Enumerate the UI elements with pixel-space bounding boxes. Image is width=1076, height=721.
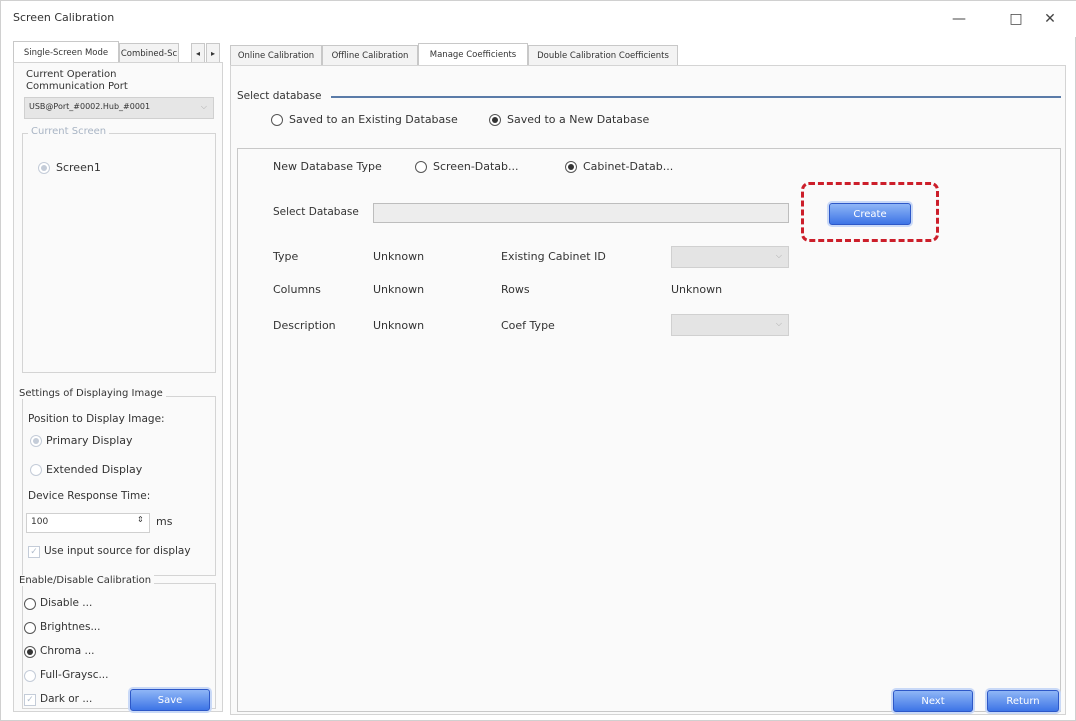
window-title: Screen Calibration xyxy=(13,11,115,24)
new-db-label[interactable]: Saved to a New Database xyxy=(507,113,649,126)
existing-db-radio[interactable] xyxy=(271,114,283,126)
full-grayscale-radio[interactable] xyxy=(24,670,36,682)
port-value: USB@Port_#0002.Hub_#0001 xyxy=(29,102,151,111)
communication-port-select[interactable]: USB@Port_#0002.Hub_#0001 ⌵ xyxy=(24,97,214,119)
cabinet-database-label[interactable]: Cabinet-Datab... xyxy=(583,160,673,173)
tab-manage-coefficients[interactable]: Manage Coefficients xyxy=(418,43,528,65)
manage-coefficients-panel: Select database Saved to an Existing Dat… xyxy=(230,65,1066,715)
next-button[interactable]: Next xyxy=(893,690,973,712)
chroma-label[interactable]: Chroma ... xyxy=(40,645,95,657)
existing-cabinet-id-select[interactable]: ⌵ xyxy=(671,246,789,268)
coef-type-select[interactable]: ⌵ xyxy=(671,314,789,336)
screen-database-radio[interactable] xyxy=(415,161,427,173)
use-input-source-checkbox[interactable]: ✓ xyxy=(28,546,40,558)
brightness-label[interactable]: Brightnes... xyxy=(40,621,100,633)
screen1-label[interactable]: Screen1 xyxy=(56,161,101,174)
enable-disable-title: Enable/Disable Calibration xyxy=(16,575,155,586)
chevron-down-icon: ⌵ xyxy=(775,251,782,260)
tab-scroll-right-icon[interactable]: ▸ xyxy=(206,43,220,63)
chevron-down-icon: ⌵ xyxy=(775,319,782,328)
response-time-label: Device Response Time: xyxy=(28,490,151,502)
position-label: Position to Display Image: xyxy=(28,413,165,425)
coef-type-label: Coef Type xyxy=(501,319,555,332)
op-port-label-2: Communication Port xyxy=(26,81,128,92)
extended-display-label[interactable]: Extended Display xyxy=(46,463,142,476)
screen-database-label[interactable]: Screen-Datab... xyxy=(433,160,519,173)
settings-title: Settings of Displaying Image xyxy=(16,388,166,399)
create-button[interactable]: Create xyxy=(829,203,911,225)
primary-display-radio[interactable] xyxy=(30,435,42,447)
description-value: Unknown xyxy=(373,319,425,332)
screen1-radio[interactable] xyxy=(38,162,50,174)
tab-online-calibration[interactable]: Online Calibration xyxy=(230,45,322,65)
new-db-radio[interactable] xyxy=(489,114,501,126)
close-icon[interactable]: ✕ xyxy=(1030,5,1070,33)
tab-combined-screen[interactable]: Combined-Sc xyxy=(119,43,179,63)
existing-db-label[interactable]: Saved to an Existing Database xyxy=(289,113,458,126)
description-label: Description xyxy=(273,319,336,332)
save-button[interactable]: Save xyxy=(130,689,210,711)
title-bar: Screen Calibration — □ ✕ xyxy=(1,1,1076,37)
tab-scroll-left-icon[interactable]: ◂ xyxy=(191,43,205,63)
type-label: Type xyxy=(273,250,299,263)
cabinet-database-radio[interactable] xyxy=(565,161,577,173)
minimize-icon[interactable]: — xyxy=(939,5,979,33)
stepper-arrows-icon[interactable]: ⇕ xyxy=(137,515,144,524)
disable-radio[interactable] xyxy=(24,598,36,610)
dark-or-checkbox[interactable]: ✓ xyxy=(24,694,36,706)
columns-value: Unknown xyxy=(373,283,425,296)
tab-offline-calibration[interactable]: Offline Calibration xyxy=(322,45,418,65)
select-database-label: Select Database xyxy=(273,206,359,218)
current-screen-label: Current Screen xyxy=(28,126,110,137)
op-port-label-1: Current Operation xyxy=(26,69,117,80)
dark-or-label[interactable]: Dark or ... xyxy=(40,693,92,705)
rows-label: Rows xyxy=(501,283,530,296)
tab-single-screen-mode[interactable]: Single-Screen Mode xyxy=(13,41,119,63)
chevron-down-icon: ⌵ xyxy=(200,102,207,111)
brightness-radio[interactable] xyxy=(24,622,36,634)
tab-double-calibration-coefficients[interactable]: Double Calibration Coefficients xyxy=(528,45,678,65)
columns-label: Columns xyxy=(273,283,321,296)
response-time-unit: ms xyxy=(156,515,173,528)
existing-cabinet-id-label: Existing Cabinet ID xyxy=(501,250,606,263)
disable-label[interactable]: Disable ... xyxy=(40,597,92,609)
extended-display-radio[interactable] xyxy=(30,464,42,476)
type-value: Unknown xyxy=(373,250,425,263)
chroma-radio[interactable] xyxy=(24,646,36,658)
rows-value: Unknown xyxy=(671,283,723,296)
new-db-type-label: New Database Type xyxy=(273,160,382,173)
primary-display-label[interactable]: Primary Display xyxy=(46,434,133,447)
response-time-stepper[interactable]: 100 ⇕ xyxy=(26,513,150,533)
current-screen-group xyxy=(22,133,216,373)
select-database-title: Select database xyxy=(237,90,322,102)
title-divider xyxy=(331,96,1061,98)
response-time-value: 100 xyxy=(31,517,49,527)
select-database-field[interactable] xyxy=(373,203,789,223)
full-grayscale-label[interactable]: Full-Graysc... xyxy=(40,669,109,681)
return-button[interactable]: Return xyxy=(987,690,1059,712)
left-panel: Current Operation Communication Port USB… xyxy=(13,62,223,712)
use-input-source-label[interactable]: Use input source for display xyxy=(44,545,191,557)
screen-calibration-window: Screen Calibration — □ ✕ Single-Screen M… xyxy=(0,0,1076,721)
